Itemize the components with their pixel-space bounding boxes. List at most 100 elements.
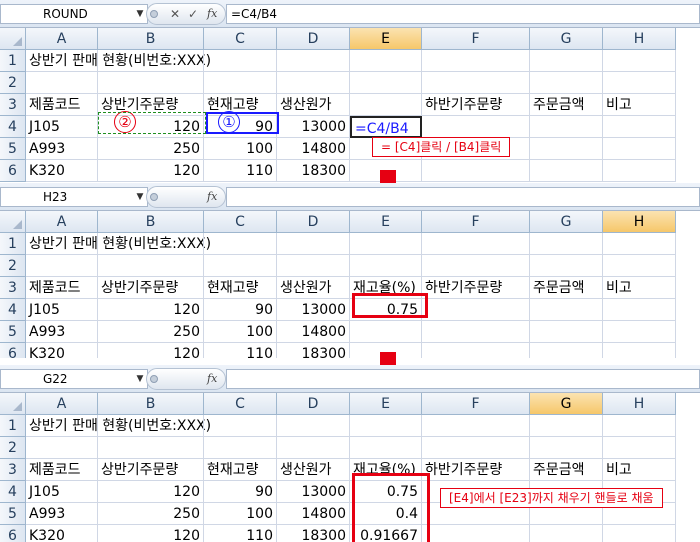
cell-f4[interactable] bbox=[422, 116, 530, 138]
cell-b6[interactable]: 120 bbox=[98, 343, 204, 358]
cell-f1[interactable] bbox=[422, 233, 530, 255]
column-header-h[interactable]: H bbox=[603, 28, 676, 50]
cell-g1[interactable] bbox=[530, 50, 603, 72]
formula-input[interactable]: =C4/B4 bbox=[226, 4, 700, 24]
cell-c4[interactable]: 90 bbox=[204, 481, 277, 503]
cell-f3[interactable]: 하반기주문량 bbox=[422, 277, 530, 299]
column-header-d[interactable]: D bbox=[277, 211, 350, 233]
cell-b5[interactable]: 250 bbox=[98, 138, 204, 160]
cell-f3[interactable]: 하반기주문량 bbox=[422, 459, 530, 481]
row-header-2[interactable]: 2 bbox=[0, 437, 26, 459]
name-box[interactable]: G22 ▼ bbox=[0, 369, 148, 389]
cell-d3[interactable]: 생산원가 bbox=[277, 277, 350, 299]
cell-d2[interactable] bbox=[277, 437, 350, 459]
column-header-f[interactable]: F bbox=[422, 28, 530, 50]
formula-input[interactable] bbox=[226, 369, 700, 389]
cell-b5[interactable]: 250 bbox=[98, 503, 204, 525]
cell-g4[interactable] bbox=[530, 299, 603, 321]
column-header-d[interactable]: D bbox=[277, 393, 350, 415]
cell-f1[interactable] bbox=[422, 415, 530, 437]
cell-a3[interactable]: 제품코드 bbox=[26, 94, 98, 116]
column-header-e[interactable]: E bbox=[350, 28, 422, 50]
cell-a1[interactable]: 상반기 판매 현황(비번호:XXX) bbox=[26, 233, 211, 255]
cell-a4[interactable]: J105 bbox=[26, 299, 98, 321]
row-header-2[interactable]: 2 bbox=[0, 72, 26, 94]
cell-d4[interactable]: 13000 bbox=[277, 116, 350, 138]
cell-d5[interactable]: 14800 bbox=[277, 138, 350, 160]
cell-b6[interactable]: 120 bbox=[98, 160, 204, 182]
cell-c1[interactable] bbox=[204, 50, 277, 72]
cell-b2[interactable] bbox=[98, 437, 204, 459]
grip-icon[interactable] bbox=[150, 375, 158, 383]
cell-a2[interactable] bbox=[26, 72, 98, 94]
cell-b4[interactable]: 120 bbox=[98, 299, 204, 321]
cell-d6[interactable]: 18300 bbox=[277, 160, 350, 182]
grip-icon[interactable] bbox=[150, 10, 158, 18]
row-header-3[interactable]: 3 bbox=[0, 277, 26, 299]
cell-g2[interactable] bbox=[530, 437, 603, 459]
row-header-6[interactable]: 6 bbox=[0, 160, 26, 182]
cell-d6[interactable]: 18300 bbox=[277, 343, 350, 358]
cell-f6[interactable] bbox=[422, 160, 530, 182]
cell-d2[interactable] bbox=[277, 72, 350, 94]
formula-input[interactable] bbox=[226, 187, 700, 207]
cell-d1[interactable] bbox=[277, 50, 350, 72]
cell-h6[interactable] bbox=[603, 160, 676, 182]
cell-c3[interactable]: 현재고량 bbox=[204, 459, 277, 481]
cell-c6[interactable]: 110 bbox=[204, 343, 277, 358]
cell-c2[interactable] bbox=[204, 255, 277, 277]
cell-h2[interactable] bbox=[603, 255, 676, 277]
cell-g6[interactable] bbox=[530, 525, 603, 542]
cell-g2[interactable] bbox=[530, 72, 603, 94]
cell-d5[interactable]: 14800 bbox=[277, 503, 350, 525]
cell-g5[interactable] bbox=[530, 138, 603, 160]
cell-g1[interactable] bbox=[530, 415, 603, 437]
cell-h3[interactable]: 비고 bbox=[603, 94, 676, 116]
cell-h1[interactable] bbox=[603, 50, 676, 72]
column-header-g[interactable]: G bbox=[530, 393, 603, 415]
column-header-h[interactable]: H bbox=[603, 211, 676, 233]
name-box[interactable]: H23 ▼ bbox=[0, 187, 148, 207]
check-icon[interactable]: ✓ bbox=[185, 6, 201, 22]
cell-e2[interactable] bbox=[350, 255, 422, 277]
cell-a2[interactable] bbox=[26, 437, 98, 459]
cell-d5[interactable]: 14800 bbox=[277, 321, 350, 343]
column-header-h[interactable]: H bbox=[603, 393, 676, 415]
cell-g6[interactable] bbox=[530, 343, 603, 358]
column-header-c[interactable]: C bbox=[204, 393, 277, 415]
row-header-6[interactable]: 6 bbox=[0, 525, 26, 542]
row-header-4[interactable]: 4 bbox=[0, 299, 26, 321]
cell-a3[interactable]: 제품코드 bbox=[26, 277, 98, 299]
name-box[interactable]: ROUND ▼ bbox=[0, 4, 148, 24]
row-header-3[interactable]: 3 bbox=[0, 94, 26, 116]
cell-h3[interactable]: 비고 bbox=[603, 277, 676, 299]
cell-a2[interactable] bbox=[26, 255, 98, 277]
fx-icon[interactable]: fx bbox=[207, 189, 217, 205]
cell-g3[interactable]: 주문금액 bbox=[530, 459, 603, 481]
cell-a4[interactable]: J105 bbox=[26, 116, 98, 138]
cell-b4[interactable]: 120 bbox=[98, 481, 204, 503]
column-header-f[interactable]: F bbox=[422, 393, 530, 415]
column-header-g[interactable]: G bbox=[530, 28, 603, 50]
column-header-c[interactable]: C bbox=[204, 28, 277, 50]
cell-h2[interactable] bbox=[603, 437, 676, 459]
cell-h1[interactable] bbox=[603, 415, 676, 437]
row-header-1[interactable]: 1 bbox=[0, 415, 26, 437]
row-header-5[interactable]: 5 bbox=[0, 138, 26, 160]
cell-c6[interactable]: 110 bbox=[204, 525, 277, 542]
cell-g3[interactable]: 주문금액 bbox=[530, 277, 603, 299]
chevron-down-icon[interactable]: ▼ bbox=[133, 188, 147, 206]
row-header-1[interactable]: 1 bbox=[0, 233, 26, 255]
column-header-g[interactable]: G bbox=[530, 211, 603, 233]
cell-b3[interactable]: 상반기주문량 bbox=[98, 277, 204, 299]
cell-g2[interactable] bbox=[530, 255, 603, 277]
cell-a6[interactable]: K320 bbox=[26, 160, 98, 182]
cell-a4[interactable]: J105 bbox=[26, 481, 98, 503]
cell-f6[interactable] bbox=[422, 343, 530, 358]
column-header-d[interactable]: D bbox=[277, 28, 350, 50]
close-icon[interactable]: ✕ bbox=[167, 6, 183, 22]
column-header-e[interactable]: E bbox=[350, 393, 422, 415]
column-header-c[interactable]: C bbox=[204, 211, 277, 233]
fx-icon[interactable]: fx bbox=[207, 371, 217, 387]
cell-f3[interactable]: 하반기주문량 bbox=[422, 94, 530, 116]
